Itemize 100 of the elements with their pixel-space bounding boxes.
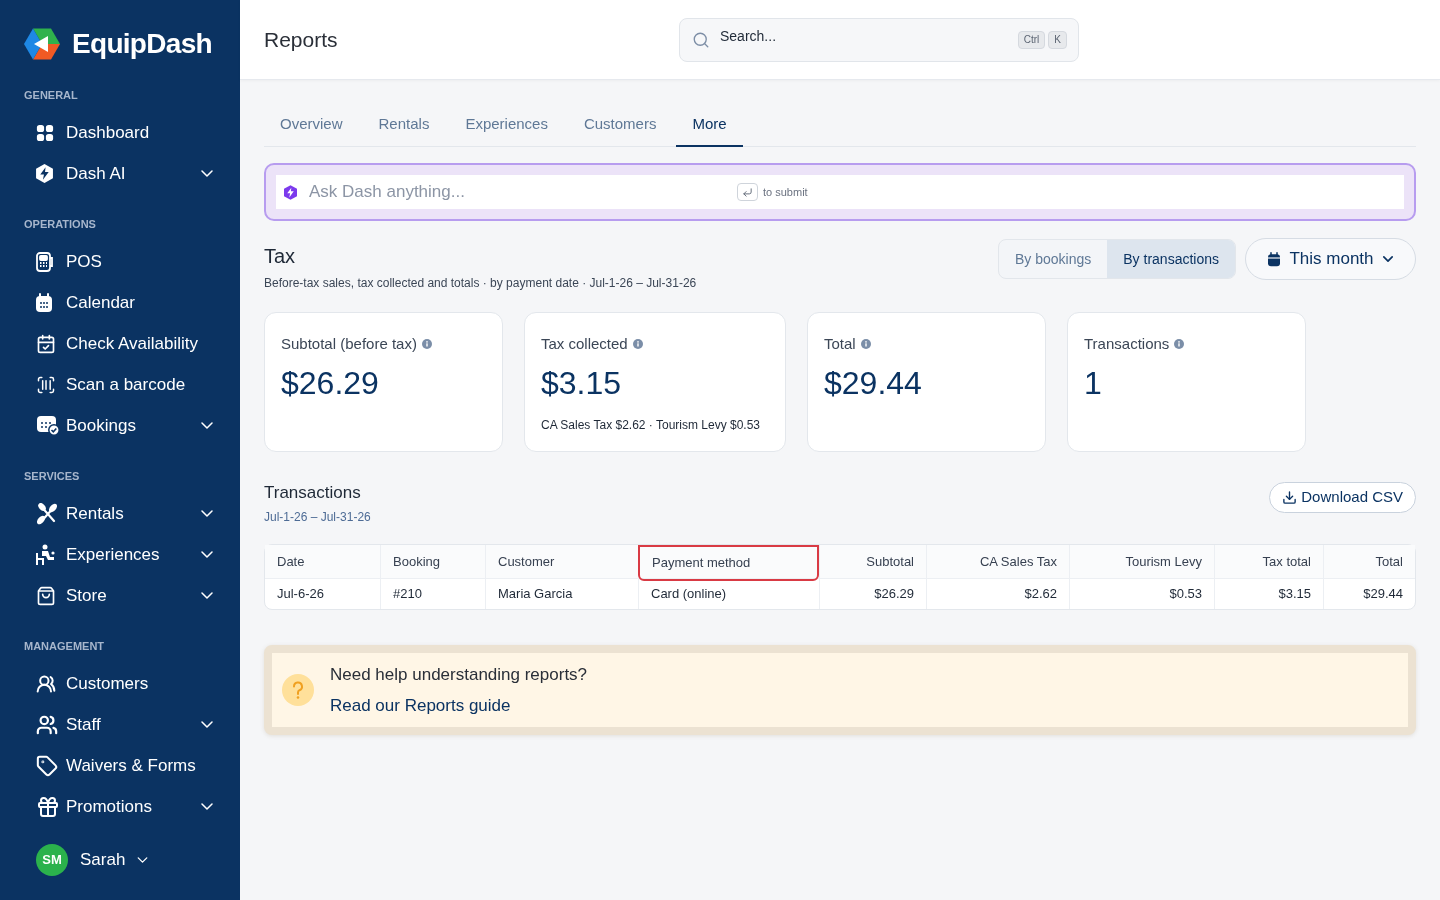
table-cell: $0.53 [1069, 579, 1214, 609]
card-terminal-icon [36, 251, 53, 272]
table-cell: Card (online) [638, 579, 819, 609]
section-title: GENERAL [23, 88, 79, 102]
user-name[interactable]: Sarah [80, 847, 126, 873]
shortcut-key: Ctrl [1017, 30, 1046, 49]
stat-value: 1 [1084, 363, 1103, 402]
guide-link[interactable]: Read our Reports guide [330, 693, 588, 719]
question-icon [282, 674, 314, 706]
tab[interactable]: Experiences [449, 104, 564, 147]
logo-icon [24, 28, 60, 60]
table-cell: $2.62 [926, 579, 1069, 609]
ask-dash-field[interactable]: Ask Dash anything... to submit [276, 175, 1404, 209]
submit-hint: to submit [763, 184, 808, 200]
gift-icon [36, 794, 60, 819]
shortcut-key: K [1048, 30, 1067, 49]
column-header: Total [1323, 545, 1415, 578]
seated-person-icon [36, 543, 55, 566]
column-header: CA Sales Tax [926, 545, 1069, 578]
info-icon [632, 339, 643, 350]
page-title: Reports [264, 26, 339, 53]
table-cell: Maria Garcia [485, 579, 638, 609]
download-icon [1282, 490, 1298, 505]
tab[interactable]: Overview [264, 104, 359, 147]
info-icon [421, 339, 432, 350]
segment-button[interactable]: By bookings [999, 240, 1108, 278]
calendar-check-icon [36, 333, 56, 354]
period-dropdown[interactable]: This month [1245, 238, 1416, 280]
column-header: Payment method [638, 545, 819, 581]
chevron-down-icon [137, 857, 149, 863]
section-title: OPERATIONS [23, 217, 97, 231]
info-icon [860, 339, 871, 350]
download-button[interactable]: Download CSV [1269, 482, 1416, 513]
paddles-icon [36, 502, 58, 525]
stat-detail: CA Sales Tax $2.62 · Tourism Levy $0.53 [541, 416, 761, 434]
search-field[interactable]: Search... Ctrl K [679, 17, 1079, 62]
sidebar-item[interactable]: Experiences [0, 534, 240, 575]
section-heading: Transactions [264, 482, 362, 504]
calendar-badge-icon [36, 415, 60, 436]
search-icon [692, 30, 710, 49]
help-title: Need help understanding reports? [330, 663, 588, 686]
sidebar-item[interactable]: Dash AI [0, 153, 240, 194]
date-range: Jul-1-26 – Jul-31-26 [264, 509, 372, 526]
chevron-down-icon [201, 422, 213, 429]
tab[interactable]: Customers [567, 104, 673, 147]
barcode-scan-icon [36, 374, 56, 395]
stat-label: Tax collected [541, 334, 628, 354]
sidebar-item[interactable]: Scan a barcode [0, 364, 240, 405]
stat-label: Subtotal (before tax) [281, 334, 417, 354]
enter-key-icon [737, 183, 758, 201]
section-heading: Tax [264, 244, 297, 268]
column-header: Date [276, 552, 306, 571]
section-subtitle: Before-tax sales, tax collected and totals · by payment date · Jul-1-26 – Jul-31-26 [264, 275, 698, 292]
table-cell: $26.29 [819, 579, 926, 609]
chevron-down-icon [201, 721, 213, 728]
grid-icon [36, 123, 54, 142]
users-icon [36, 673, 56, 694]
sidebar-item[interactable]: Staff [0, 704, 240, 745]
tab[interactable]: More [676, 104, 743, 147]
column-header: Tourism Levy [1069, 545, 1214, 578]
stat-label: Total [824, 334, 856, 354]
sidebar-item[interactable]: Dashboard [0, 112, 240, 153]
sidebar-item[interactable]: Rentals [0, 493, 240, 534]
column-header: Customer [485, 545, 638, 578]
chevron-down-icon [201, 170, 213, 177]
hexagon-bolt-icon [284, 184, 297, 200]
chevron-down-icon [1382, 256, 1393, 262]
section-title: MANAGEMENT [23, 639, 106, 653]
sidebar-item[interactable]: Promotions [0, 786, 240, 827]
tag-icon [36, 754, 58, 777]
segment-button[interactable]: By transactions [1107, 240, 1235, 278]
chevron-down-icon [201, 551, 213, 558]
sidebar-item[interactable]: POS [0, 241, 240, 282]
chevron-down-icon [201, 592, 213, 599]
sidebar-item[interactable]: Waivers & Forms [0, 745, 240, 786]
column-header: Booking [380, 545, 485, 578]
table-cell-text: Jul-6-26 [276, 585, 325, 604]
sidebar-item[interactable]: Customers [0, 663, 240, 704]
stat-value: $3.15 [541, 363, 623, 402]
stat-label: Transactions [1084, 334, 1170, 354]
calendar-icon [1268, 251, 1281, 267]
table-cell: #210 [380, 579, 485, 609]
sidebar-item[interactable]: Bookings [0, 405, 240, 446]
tab[interactable]: Rentals [362, 104, 446, 147]
hexagon-bolt-icon [36, 164, 53, 183]
info-icon [1174, 339, 1185, 350]
bag-icon [36, 585, 56, 606]
sidebar-item[interactable]: Check Availability [0, 323, 240, 364]
people-icon [36, 713, 58, 736]
sidebar-item[interactable]: Calendar [0, 282, 240, 323]
column-header: Tax total [1214, 545, 1323, 578]
table-cell: $29.44 [1323, 579, 1415, 609]
table-cell: $3.15 [1214, 579, 1323, 609]
stat-value: $29.44 [824, 363, 923, 402]
sidebar-item[interactable]: Store [0, 575, 240, 616]
brand-name: EquipDash [72, 27, 212, 61]
column-header: Subtotal [819, 545, 926, 578]
calendar-icon [36, 292, 52, 313]
section-title: SERVICES [23, 469, 81, 483]
chevron-down-icon [201, 803, 213, 810]
